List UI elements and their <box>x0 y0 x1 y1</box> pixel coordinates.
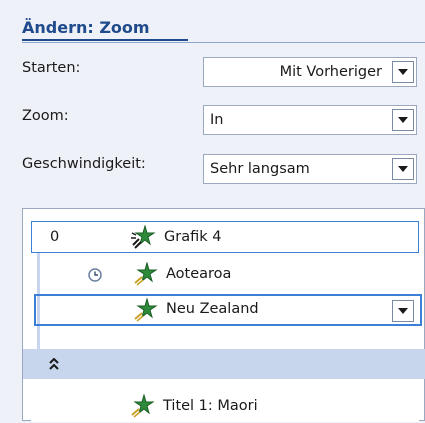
animation-group: Aotearoa Neu Zealand <box>34 253 422 355</box>
task-pane-header: Ändern: Zoom <box>22 16 425 43</box>
animation-list[interactable]: 0 Grafik 4 Aotearoa Neu Zealand Titel 1:… <box>22 208 425 423</box>
speed-value: Sehr langsam <box>210 161 310 177</box>
speed-dropdown-button[interactable] <box>392 158 414 180</box>
zoom-effect-icon <box>131 225 156 249</box>
list-item-aotearoa[interactable]: Aotearoa <box>34 259 422 291</box>
start-dropdown[interactable]: Mit Vorheriger <box>203 57 417 87</box>
start-label: Starten: <box>22 60 81 76</box>
zoom-label: Zoom: <box>22 108 69 124</box>
collapse-bar[interactable] <box>23 349 425 379</box>
item-number: 0 <box>50 229 60 245</box>
chevron-down-icon <box>398 117 408 123</box>
double-chevron-up-icon[interactable] <box>49 358 59 370</box>
item-menu-button[interactable] <box>392 300 414 322</box>
item-label: Aotearoa <box>166 266 232 282</box>
title-underline <box>22 39 188 41</box>
start-dropdown-button[interactable] <box>392 61 414 83</box>
zoom-dropdown-button[interactable] <box>392 109 414 131</box>
start-value: Mit Vorheriger <box>279 64 382 80</box>
zoom-effect-icon <box>134 298 158 322</box>
zoom-dropdown[interactable]: In <box>203 105 417 135</box>
list-item-grafik-4[interactable]: 0 Grafik 4 <box>31 221 419 253</box>
zoom-effect-icon <box>131 394 155 418</box>
chevron-down-icon <box>398 166 408 172</box>
pane-title: Ändern: Zoom <box>22 18 150 37</box>
chevron-down-icon <box>398 308 408 314</box>
zoom-effect-icon <box>134 262 158 286</box>
item-label: Neu Zealand <box>166 301 259 317</box>
item-label: Grafik 4 <box>164 229 222 245</box>
list-item-neu-zealand[interactable]: Neu Zealand <box>34 294 422 326</box>
clock-icon <box>88 268 102 282</box>
zoom-value: In <box>210 112 224 128</box>
chevron-down-icon <box>398 69 408 75</box>
speed-dropdown[interactable]: Sehr langsam <box>203 154 417 184</box>
list-item-titel-1[interactable]: Titel 1: Maori <box>31 391 419 423</box>
item-label: Titel 1: Maori <box>163 398 258 414</box>
speed-label: Geschwindigkeit: <box>22 156 146 172</box>
